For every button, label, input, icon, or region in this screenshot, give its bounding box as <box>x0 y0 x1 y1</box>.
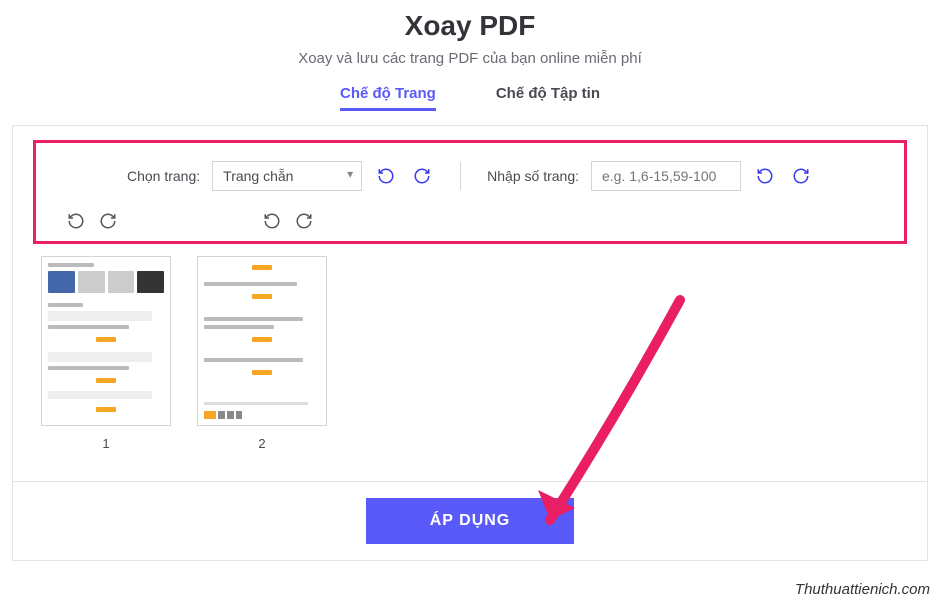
controls-highlight-box: Chọn trang: Trang chẵn Nhập số trang: <box>33 140 907 244</box>
thumb1-rotate-controls <box>64 209 120 233</box>
select-page-label: Chọn trang: <box>127 168 200 184</box>
footer-bar: ÁP DỤNG <box>13 481 927 560</box>
page-preview <box>41 256 171 426</box>
rotate-ccw-icon[interactable] <box>753 164 777 188</box>
apply-button[interactable]: ÁP DỤNG <box>366 498 575 544</box>
controls-row: Chọn trang: Trang chẵn Nhập số trang: <box>60 161 880 191</box>
rotate-ccw-icon[interactable] <box>374 164 398 188</box>
rotate-ccw-icon[interactable] <box>64 209 88 233</box>
main-panel: Chọn trang: Trang chẵn Nhập số trang: <box>12 125 928 561</box>
page-select-dropdown[interactable]: Trang chẵn <box>212 161 362 191</box>
rotate-cw-icon[interactable] <box>96 209 120 233</box>
page-subtitle: Xoay và lưu các trang PDF của bạn online… <box>0 50 940 67</box>
page-thumbnail-2[interactable]: 2 <box>197 256 327 451</box>
thumb-rotate-row <box>64 209 316 233</box>
rotate-cw-icon[interactable] <box>292 209 316 233</box>
page-range-input[interactable] <box>591 161 741 191</box>
rotate-ccw-icon[interactable] <box>260 209 284 233</box>
page-title: Xoay PDF <box>0 10 940 42</box>
rotate-cw-icon[interactable] <box>410 164 434 188</box>
tab-file-mode[interactable]: Chế độ Tập tin <box>496 85 600 111</box>
thumbnails-row: 1 2 <box>13 256 927 475</box>
page-preview <box>197 256 327 426</box>
enter-page-label: Nhập số trang: <box>487 168 579 184</box>
rotate-cw-icon[interactable] <box>789 164 813 188</box>
watermark: Thuthuattienich.com <box>795 581 930 598</box>
thumb-number: 1 <box>41 436 171 451</box>
tab-page-mode[interactable]: Chế độ Trang <box>340 85 436 111</box>
divider <box>460 162 461 190</box>
thumb-number: 2 <box>197 436 327 451</box>
page-thumbnail-1[interactable]: 1 <box>41 256 171 451</box>
tabs: Chế độ Trang Chế độ Tập tin <box>0 85 940 111</box>
thumb2-rotate-controls <box>260 209 316 233</box>
